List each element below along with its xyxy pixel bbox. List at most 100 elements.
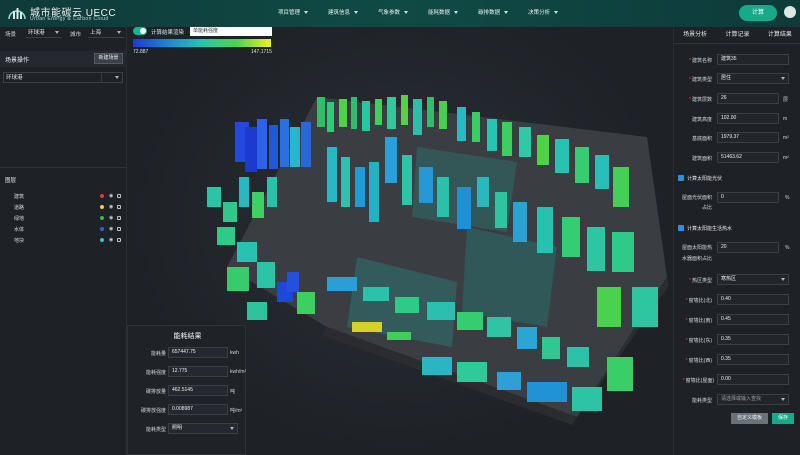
wwr-west-input[interactable]: 0.35: [717, 354, 789, 365]
avatar[interactable]: [784, 6, 796, 18]
color-swatch[interactable]: [100, 194, 104, 198]
height-input[interactable]: 102.00: [717, 113, 779, 124]
lock-icon[interactable]: [117, 227, 121, 231]
lock-icon[interactable]: [117, 205, 121, 209]
eye-icon[interactable]: ◉: [109, 193, 113, 199]
layer-row-green[interactable]: 绿地 ◉: [14, 215, 124, 223]
building-type-select[interactable]: 居住: [717, 73, 789, 84]
tab-calc-results[interactable]: 计算结果: [759, 27, 800, 43]
nav-building-info[interactable]: 建筑信息: [318, 0, 368, 27]
chevron-down-icon: [454, 11, 459, 15]
hw-ratio-input[interactable]: 20: [717, 242, 779, 253]
top-bar: 城市能碳云 UECC Urban Energy & Carbon Cloud 项…: [0, 0, 800, 27]
field-label: 建筑面积: [691, 156, 712, 162]
result-row-energy-type[interactable]: 能耗类型 照明: [128, 423, 247, 435]
wwr-label: *窗墙比(东): [685, 338, 712, 344]
brand-subtitle: Urban Energy & Carbon Cloud: [30, 16, 109, 22]
city-select[interactable]: 上海: [88, 28, 124, 38]
field-label: 建筑高度: [691, 117, 712, 123]
lock-icon[interactable]: [117, 216, 121, 220]
main-nav: 项目管理 建筑信息 气象参数 能耗数据 碳排数据 决策分析: [268, 0, 568, 27]
chevron-down-icon: [55, 31, 59, 34]
calculate-button[interactable]: 计算: [739, 5, 777, 21]
result-value: 462.5145: [168, 385, 228, 396]
scene-select[interactable]: 环球港: [26, 28, 62, 38]
scene-list-select[interactable]: 环球港: [3, 72, 123, 83]
layers-title: 图层: [5, 178, 17, 184]
chevron-down-icon: [781, 77, 785, 80]
eye-icon[interactable]: ◉: [109, 215, 113, 221]
layer-row-water[interactable]: 水体 ◉: [14, 226, 124, 234]
chevron-down-icon: [304, 11, 309, 15]
result-value: 12.775: [168, 366, 228, 377]
eye-icon[interactable]: ◉: [109, 226, 113, 232]
result-title: 能耗结果: [173, 333, 202, 340]
climate-zone-select[interactable]: 寒热区: [717, 274, 789, 285]
wwr-east-input[interactable]: 0.35: [717, 334, 789, 345]
save-button[interactable]: 保存: [772, 413, 794, 424]
field-label: 基底面积: [691, 136, 712, 142]
floors-input[interactable]: 26: [717, 93, 779, 104]
layer-row-building[interactable]: 建筑 ◉: [14, 193, 124, 201]
solar-hot-water-checkbox[interactable]: [678, 225, 684, 231]
wwr-label: *窗墙比(北): [685, 298, 712, 304]
field-label: *建筑类型: [689, 77, 712, 83]
tab-calc-records[interactable]: 计算记录: [716, 27, 758, 43]
left-panel: 场景 环球港 城市 上海 场景操作 新建场景 环球港 图层 建筑 ◉ 道路 ◉ …: [0, 27, 127, 455]
energy-result-panel: 能耗结果 能耗量 657447.75 kwh 能耗强度 12.775 kwh/m…: [127, 325, 246, 455]
eye-icon[interactable]: ◉: [109, 204, 113, 210]
result-row-intensity: 能耗强度 12.775 kwh/m²: [145, 366, 247, 377]
nav-project-management[interactable]: 项目管理: [268, 0, 318, 27]
custom-template-button[interactable]: 自定义模板: [731, 413, 768, 424]
result-value: 0.008987: [168, 404, 228, 415]
nav-decision-analysis[interactable]: 决策分析: [518, 0, 568, 27]
wwr-label: *窗墙比(西): [685, 358, 712, 364]
nav-energy-data[interactable]: 能耗数据: [418, 0, 468, 27]
right-tabs: 场景分析 计算记录 计算结果: [674, 27, 800, 43]
city-label: 城市: [70, 32, 82, 38]
layer-row-road[interactable]: 道路 ◉: [14, 204, 124, 212]
chevron-down-icon: [504, 11, 509, 15]
energy-type-search[interactable]: 请选择或输入查找: [717, 394, 789, 405]
layer-row-plot[interactable]: 地块 ◉: [14, 237, 124, 245]
scene-ops-header: 场景操作 新建场景: [0, 51, 127, 67]
wwr-north-input[interactable]: 0.40: [717, 294, 789, 305]
nav-carbon-data[interactable]: 碳排数据: [468, 0, 518, 27]
wwr-roof-input[interactable]: 0.00: [717, 374, 789, 385]
color-swatch[interactable]: [100, 227, 104, 231]
result-row-carbon-intensity: 碳排放强度 0.008987 吨/m²: [140, 404, 243, 415]
energy-type-label: 能耗类型: [691, 398, 712, 404]
hw-ratio-label: 水器面积占比: [681, 256, 712, 262]
chevron-down-icon: [554, 11, 559, 15]
result-value: 657447.75: [168, 347, 228, 358]
lock-icon[interactable]: [117, 194, 121, 198]
chevron-down-icon: [117, 31, 121, 34]
result-row-carbon: 碳排放量 462.5145 吨: [145, 385, 236, 396]
color-swatch[interactable]: [100, 205, 104, 209]
pv-ratio-label: 占比: [701, 205, 712, 211]
color-swatch[interactable]: [100, 216, 104, 220]
chevron-down-icon: [115, 76, 119, 79]
eye-icon[interactable]: ◉: [109, 237, 113, 243]
base-area-input[interactable]: 1979.37: [717, 132, 779, 143]
floor-area-input[interactable]: 51463.62: [717, 152, 779, 163]
climate-zone-label: *热区类型: [689, 278, 712, 284]
pv-ratio-input[interactable]: 0: [717, 192, 779, 203]
layers-header: 图层: [0, 172, 127, 188]
building-name-input[interactable]: 建筑35: [717, 54, 789, 65]
chevron-down-icon: [230, 427, 234, 430]
wwr-south-input[interactable]: 0.45: [717, 314, 789, 325]
divider: [101, 72, 102, 83]
color-swatch[interactable]: [100, 238, 104, 242]
scene-ops-title: 场景操作: [5, 58, 30, 64]
chevron-down-icon: [354, 11, 359, 15]
lock-icon[interactable]: [117, 238, 121, 242]
energy-type-select[interactable]: 照明: [168, 423, 238, 434]
tab-scene-analysis[interactable]: 场景分析: [674, 27, 716, 43]
solar-pv-checkbox[interactable]: [678, 175, 684, 181]
solar-hot-water-label: 计算太阳能生活热水: [687, 226, 733, 232]
chevron-down-icon: [781, 398, 785, 401]
new-scene-button[interactable]: 新建场景: [94, 53, 123, 64]
nav-weather-params[interactable]: 气象参数: [368, 0, 418, 27]
divider: [0, 167, 127, 168]
